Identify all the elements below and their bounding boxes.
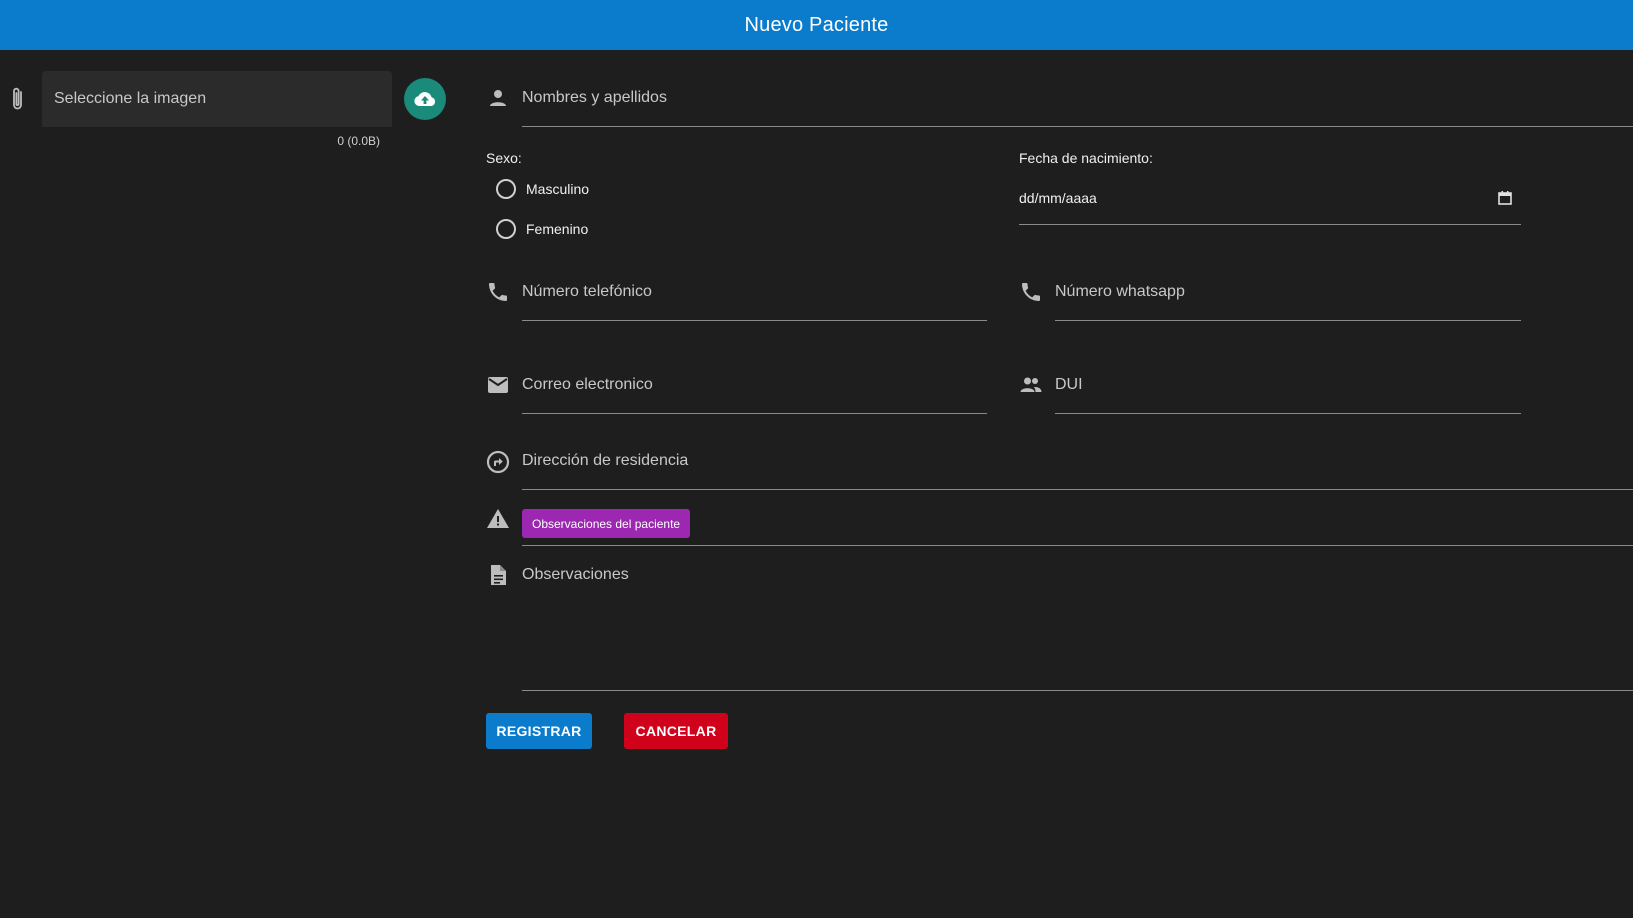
whatsapp-field[interactable]: Número whatsapp [1055,270,1521,321]
birth-date-value: dd/mm/aaaa [1019,190,1097,206]
dui-field[interactable]: DUI [1055,363,1521,414]
image-file-input[interactable]: Seleccione la imagen [42,71,392,127]
radio-masculino[interactable]: Masculino [496,179,589,199]
full-name-label: Nombres y apellidos [522,89,667,106]
radio-femenino[interactable]: Femenino [496,219,588,239]
app-header: Nuevo Paciente [0,0,1633,50]
register-button[interactable]: REGISTRAR [486,713,592,749]
cloud-upload-icon [413,90,437,108]
email-label: Correo electronico [522,376,653,393]
calendar-icon[interactable] [1497,190,1513,206]
address-field[interactable]: Dirección de residencia [522,440,1633,490]
birth-date-label: Fecha de nacimiento: [1019,150,1153,166]
person-icon [486,86,510,110]
sex-label: Sexo: [486,150,522,166]
whatsapp-phone-icon [1019,280,1043,304]
patient-notes-chip[interactable]: Observaciones del paciente [522,509,691,538]
image-file-placeholder: Seleccione la imagen [54,90,207,107]
radio-circle-femenino[interactable] [496,219,516,239]
observations-label: Observaciones [522,566,629,583]
phone-field[interactable]: Número telefónico [522,270,987,321]
page-title: Nuevo Paciente [744,13,889,36]
whatsapp-label: Número whatsapp [1055,283,1185,300]
birth-date-input[interactable]: dd/mm/aaaa [1019,178,1521,225]
phone-label: Número telefónico [522,283,652,300]
dui-label: DUI [1055,376,1083,393]
cancel-button[interactable]: CANCELAR [624,713,728,749]
address-label: Dirección de residencia [522,452,689,469]
radio-label-femenino: Femenino [526,221,589,237]
email-field[interactable]: Correo electronico [522,363,987,414]
phone-icon [486,280,510,304]
paperclip-icon[interactable] [8,86,28,112]
radio-circle-masculino[interactable] [496,179,516,199]
email-icon [486,373,510,397]
document-icon [486,563,510,587]
radio-label-masculino: Masculino [526,181,590,197]
directions-icon [486,450,510,474]
warning-icon [486,507,510,531]
upload-button[interactable] [404,78,446,120]
people-icon [1019,373,1043,397]
observations-textarea[interactable]: Observaciones [522,555,1633,691]
file-size-counter: 0 (0.0B) [337,134,380,148]
full-name-field[interactable]: Nombres y apellidos [522,78,1633,127]
